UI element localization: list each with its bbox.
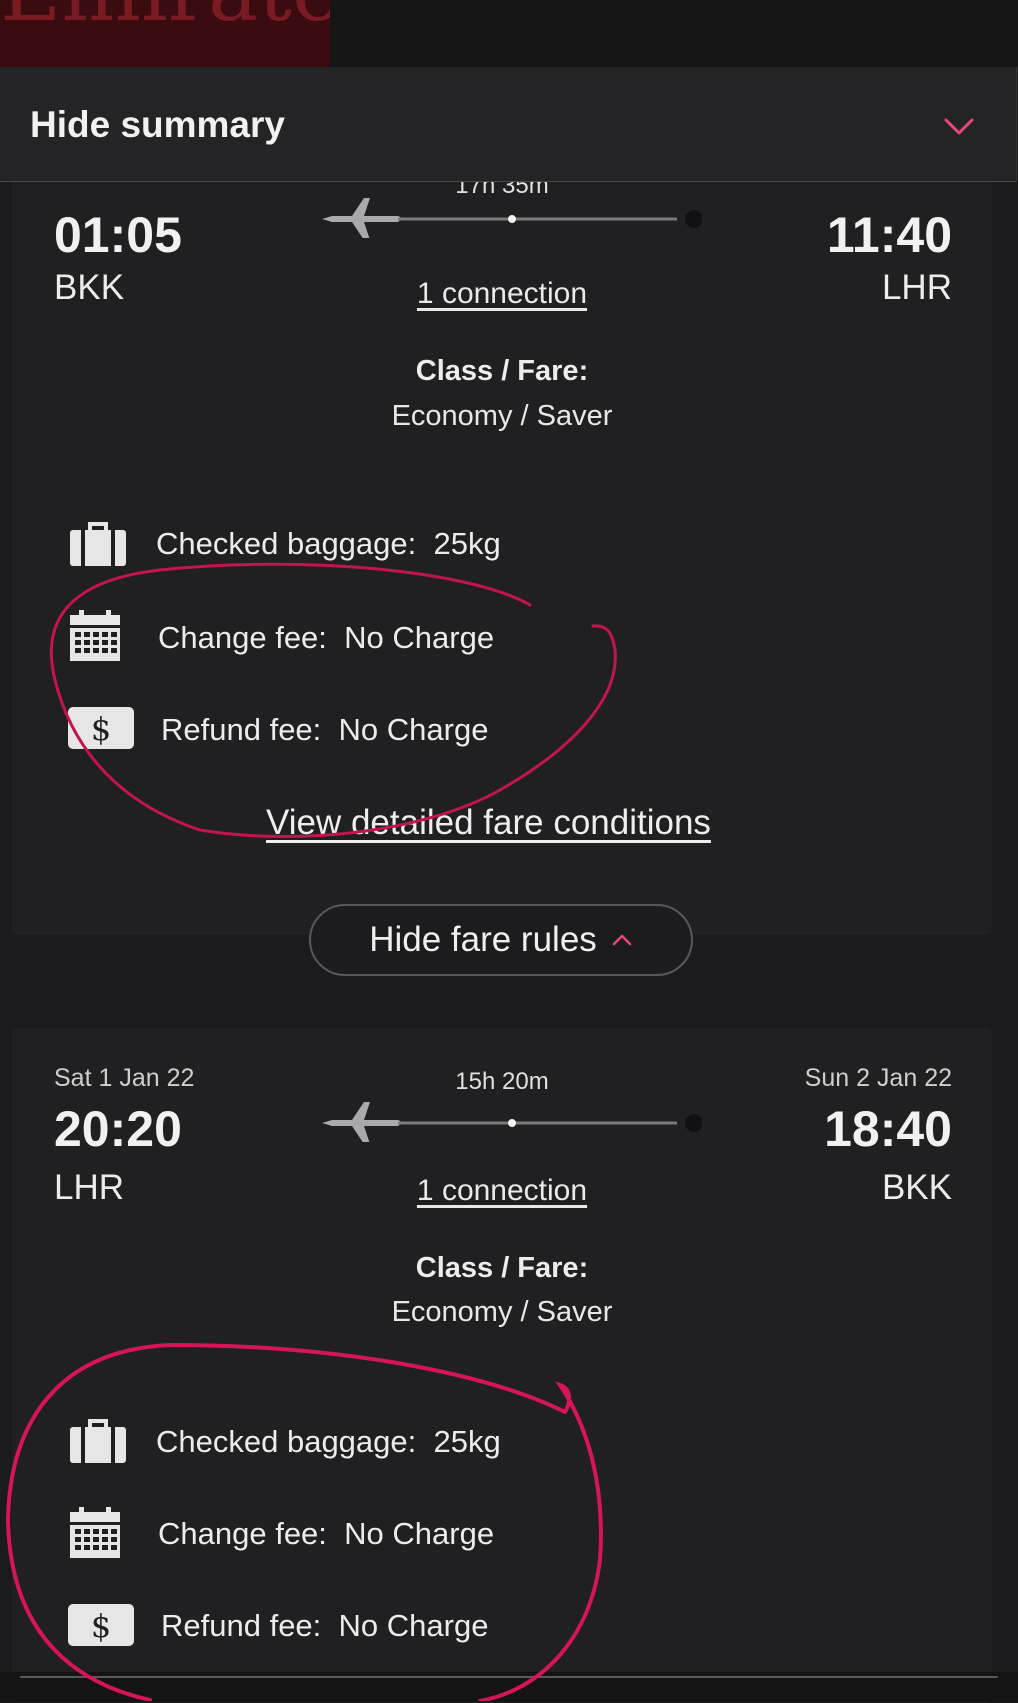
dollar-icon: $ [68, 1604, 134, 1646]
refund-fee-value: No Charge [338, 712, 489, 747]
chevron-up-icon[interactable] [611, 933, 633, 947]
flight-card-outbound: Sat 25 Dec 21 17h 35m Sat 25 Dec 21 01:0… [12, 140, 992, 935]
plane-icon [322, 198, 401, 238]
change-fee-value: No Charge [344, 620, 495, 655]
baggage-row: Checked baggage: 25kg [156, 526, 501, 562]
baggage-label: Checked baggage: [156, 526, 417, 561]
refund-fee-row: Refund fee: No Charge [161, 1608, 488, 1644]
change-fee-label: Change fee: [158, 620, 327, 655]
svg-text:$: $ [91, 1607, 111, 1645]
brand-logo: Emirates [0, 0, 330, 67]
departure-time: 20:20 [54, 1101, 182, 1157]
flight-route-line [322, 1102, 702, 1142]
chevron-down-icon[interactable] [942, 109, 976, 143]
connections-link[interactable]: 1 connection [322, 1174, 682, 1208]
summary-header[interactable]: Hide summary [0, 67, 1017, 182]
baggage-icon [70, 1419, 126, 1463]
arrival-date: Sun 2 Jan 22 [804, 1064, 952, 1092]
flight-route-line [322, 198, 702, 238]
change-fee-value: No Charge [344, 1516, 495, 1551]
refund-fee-label: Refund fee: [161, 712, 322, 747]
arrival-airport: LHR [881, 268, 952, 307]
departure-airport: LHR [54, 1168, 125, 1207]
bottom-sheet-edge [0, 1672, 1018, 1702]
flight-duration: 15h 20m [455, 1068, 549, 1095]
class-fare-value: Economy / Saver [391, 400, 613, 432]
hide-fare-rules-button[interactable]: Hide fare rules [309, 904, 693, 976]
baggage-row: Checked baggage: 25kg [156, 1424, 501, 1460]
departure-date: Sat 1 Jan 22 [54, 1064, 195, 1092]
flight-card-return: Sat 1 Jan 22 15h 20m Sun 2 Jan 22 20:20 … [12, 1028, 992, 1703]
calendar-icon [70, 1507, 120, 1558]
class-fare-label: Class / Fare: [415, 355, 589, 387]
class-fare-value: Economy / Saver [391, 1296, 613, 1328]
brand-logo-text: Emirates [0, 0, 330, 40]
baggage-icon [70, 522, 126, 566]
refund-fee-value: No Charge [338, 1608, 489, 1643]
class-fare-label: Class / Fare: [415, 1252, 589, 1284]
departure-airport: BKK [54, 268, 125, 307]
change-fee-row: Change fee: No Charge [158, 1516, 494, 1552]
top-bar: Emirates [0, 0, 1018, 67]
summary-title[interactable]: Hide summary [30, 104, 285, 146]
arrival-time: 11:40 [826, 207, 952, 263]
plane-icon [322, 1102, 401, 1142]
dollar-icon: $ [68, 707, 134, 749]
connections-link[interactable]: 1 connection [322, 277, 682, 311]
refund-fee-row: Refund fee: No Charge [161, 712, 488, 748]
baggage-value: 25kg [433, 1424, 501, 1459]
arrival-time: 18:40 [824, 1101, 952, 1157]
change-fee-label: Change fee: [158, 1516, 327, 1551]
svg-text:$: $ [91, 710, 111, 748]
baggage-value: 25kg [433, 526, 501, 561]
refund-fee-label: Refund fee: [161, 1608, 322, 1643]
change-fee-row: Change fee: No Charge [158, 620, 494, 656]
hide-fare-rules-label[interactable]: Hide fare rules [369, 920, 597, 960]
calendar-icon [70, 610, 120, 661]
departure-time: 01:05 [54, 207, 182, 263]
arrival-airport: BKK [881, 1168, 952, 1207]
baggage-label: Checked baggage: [156, 1424, 417, 1459]
fare-conditions-link[interactable]: View detailed fare conditions [266, 803, 711, 843]
